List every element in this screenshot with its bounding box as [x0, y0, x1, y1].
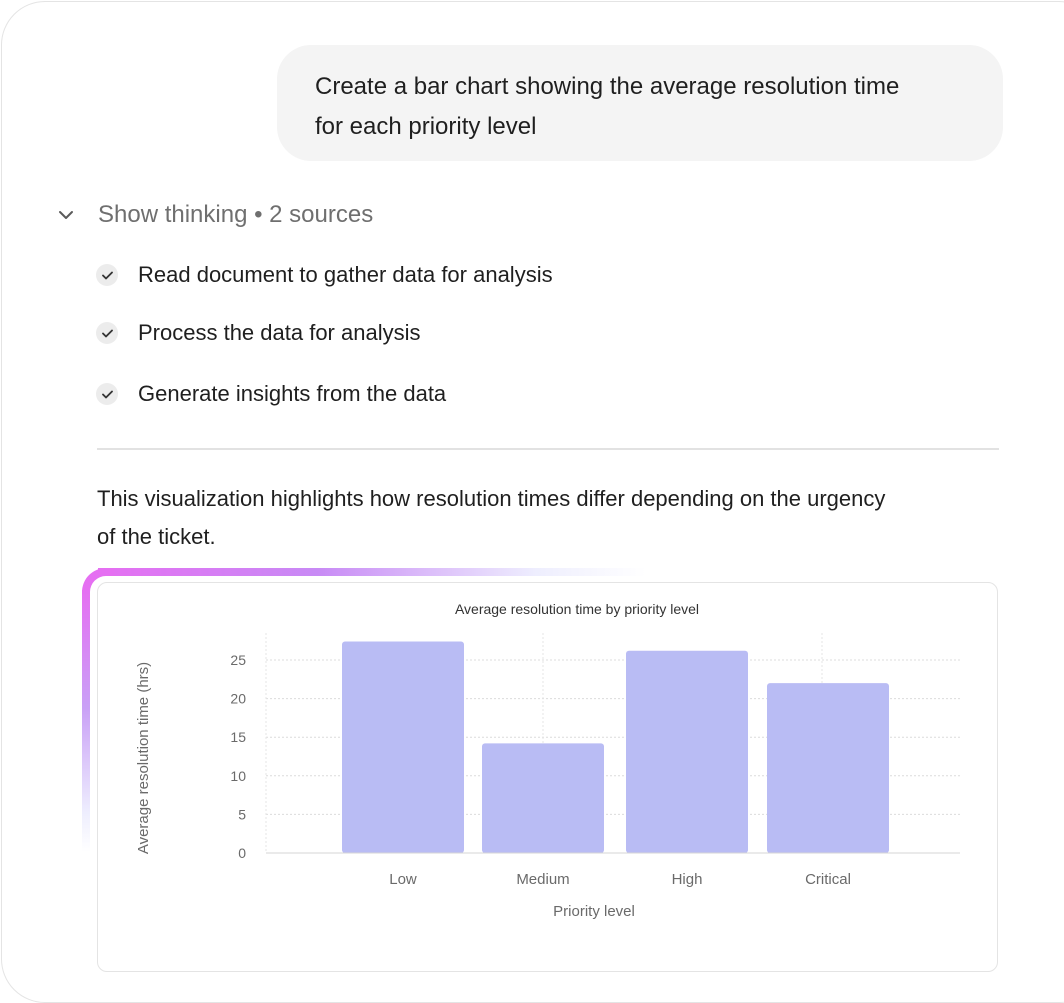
chart-glow-left: [82, 590, 90, 852]
x-tick-label: Low: [389, 871, 417, 888]
show-thinking-toggle[interactable]: Show thinking • 2 sources: [56, 198, 373, 232]
user-message-bubble: Create a bar chart showing the average r…: [277, 45, 1003, 161]
y-tick-label: 20: [230, 691, 246, 707]
chart-card: Average resolution time by priority leve…: [97, 582, 998, 972]
y-tick-label: 15: [230, 729, 246, 745]
thinking-step-text: Process the data for analysis: [138, 320, 421, 345]
chart-glow-top: [98, 568, 646, 576]
chart-title: Average resolution time by priority leve…: [455, 601, 699, 617]
section-divider: [97, 448, 999, 450]
thinking-step: Read document to gather data for analysi…: [96, 262, 553, 288]
check-icon: [96, 322, 118, 344]
chevron-down-icon[interactable]: [56, 205, 76, 225]
thinking-step-text: Read document to gather data for analysi…: [138, 262, 553, 287]
bar-critical: [767, 683, 889, 853]
x-tick-label: Medium: [516, 871, 569, 888]
y-tick-label: 5: [238, 806, 246, 822]
bar-medium: [482, 743, 604, 853]
y-axis-label: Average resolution time (hrs): [135, 662, 152, 854]
user-message-line: Create a bar chart showing the average r…: [315, 73, 900, 100]
y-tick-label: 0: [238, 845, 246, 861]
bar-low: [342, 641, 464, 853]
answer-line: of the ticket.: [97, 524, 216, 549]
thinking-step-text: Generate insights from the data: [138, 381, 447, 406]
x-axis-label: Priority level: [553, 903, 635, 920]
thinking-step: Process the data for analysis: [96, 320, 420, 346]
y-tick-label: 10: [230, 768, 246, 784]
show-thinking-label[interactable]: Show thinking • 2 sources: [98, 201, 373, 229]
bar-chart: Average resolution time by priority leve…: [135, 601, 960, 920]
user-message-line: for each priority level: [315, 113, 537, 140]
x-tick-label: High: [672, 871, 703, 888]
thinking-step: Generate insights from the data: [96, 381, 446, 407]
check-icon: [96, 264, 118, 286]
assistant-answer: This visualization highlights how resolu…: [97, 480, 997, 556]
x-tick-label: Critical: [805, 871, 851, 888]
y-tick-label: 25: [230, 652, 246, 668]
bar-high: [626, 650, 748, 853]
check-icon: [96, 383, 118, 405]
answer-line: This visualization highlights how resolu…: [97, 486, 886, 511]
